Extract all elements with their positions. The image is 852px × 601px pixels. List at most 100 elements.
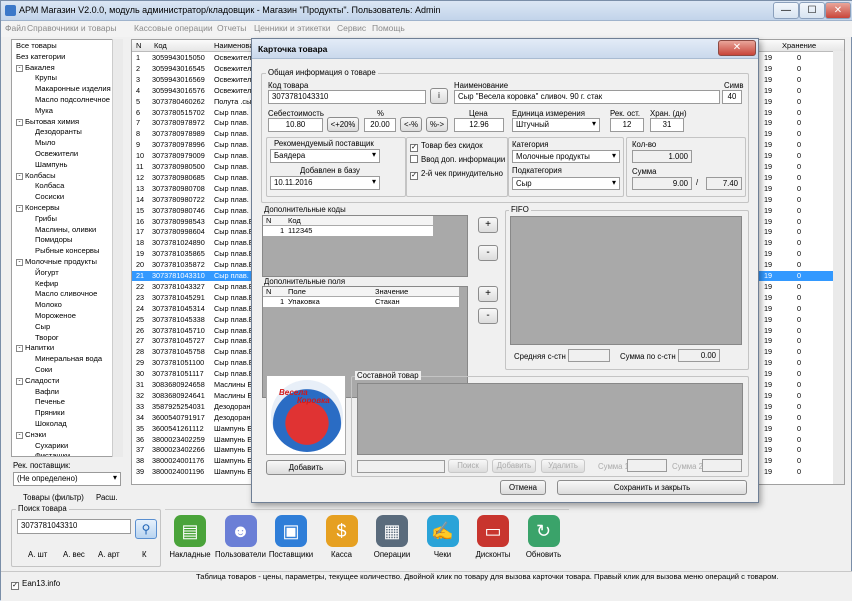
search-input[interactable]: 3073781043310 bbox=[17, 519, 131, 534]
composite-search-input[interactable] bbox=[357, 460, 445, 473]
additional-fields-row[interactable]: 1 Упаковка Стакан bbox=[263, 297, 459, 307]
tree-node[interactable]: Помидоры bbox=[35, 235, 72, 245]
minimize-button[interactable]: — bbox=[773, 2, 799, 19]
option-auto-art[interactable]: А. арт bbox=[98, 550, 120, 559]
collapse-icon[interactable]: - bbox=[16, 431, 23, 439]
tree-node[interactable]: Вафли bbox=[35, 387, 59, 397]
ean13-checkbox[interactable]: ✓ Ean13.info bbox=[11, 579, 60, 590]
tree-node[interactable]: Мороженое bbox=[35, 311, 76, 321]
tab-extended[interactable]: Расш. bbox=[96, 493, 118, 502]
tree-node[interactable]: Творог bbox=[35, 333, 59, 343]
menu-service[interactable]: Сервис bbox=[337, 23, 366, 33]
collapse-icon[interactable]: - bbox=[16, 345, 23, 353]
tree-node[interactable]: Сосиски bbox=[35, 192, 64, 202]
tree-node[interactable]: - Бакалея bbox=[16, 63, 55, 73]
fifo-table[interactable] bbox=[510, 216, 742, 345]
tree-node[interactable]: Без категории bbox=[16, 52, 65, 62]
subcategory-select[interactable]: Сыр bbox=[512, 177, 620, 190]
col-header-code[interactable]: Код bbox=[154, 41, 167, 50]
add-image-button[interactable]: Добавить bbox=[266, 460, 346, 475]
toolbar-button[interactable]: ✍ Чеки bbox=[414, 515, 472, 559]
collapse-icon[interactable]: - bbox=[16, 118, 23, 126]
tree-node[interactable]: Соки bbox=[35, 365, 52, 375]
storage-days-input[interactable]: 31 bbox=[650, 118, 684, 132]
additional-codes-table[interactable]: N Код 1 112345 bbox=[262, 215, 468, 277]
category-select[interactable]: Молочные продукты bbox=[512, 150, 620, 163]
tree-node[interactable]: Молоко bbox=[35, 300, 62, 310]
tree-node[interactable]: Масло сливочное bbox=[35, 289, 97, 299]
tree-node[interactable]: Грибы bbox=[35, 214, 57, 224]
tree-node[interactable]: Печенье bbox=[35, 397, 65, 407]
maximize-button[interactable]: ☐ bbox=[799, 2, 825, 19]
tree-node[interactable]: - Колбасы bbox=[16, 171, 56, 181]
percent-input[interactable]: 20.00 bbox=[364, 118, 396, 132]
no-discount-checkbox[interactable]: ✓ Товар без скидок bbox=[410, 141, 483, 152]
search-icon[interactable]: ⚲ bbox=[135, 519, 157, 539]
tree-node[interactable]: Йогурт bbox=[35, 268, 59, 278]
sym-input[interactable]: 40 bbox=[722, 90, 742, 104]
toolbar-button[interactable]: ▣ Поставщики bbox=[262, 515, 320, 559]
price-input[interactable]: 12.96 bbox=[454, 118, 504, 132]
composite-delete-button[interactable]: Удалить bbox=[541, 459, 585, 473]
tree-node[interactable]: Все товары bbox=[16, 41, 57, 51]
remove-code-button[interactable]: - bbox=[478, 245, 498, 261]
tree-node[interactable]: - Сладости bbox=[16, 376, 59, 386]
percent-right-button[interactable]: %-> bbox=[426, 117, 448, 132]
toolbar-button[interactable]: ☻ Пользователи bbox=[212, 515, 270, 559]
extra-info-checkbox[interactable]: Ввод доп. информации bbox=[410, 155, 505, 164]
dialog-close-button[interactable]: ✕ bbox=[718, 40, 756, 56]
collapse-icon[interactable]: - bbox=[16, 205, 23, 212]
tree-node[interactable]: - Снэки bbox=[16, 430, 46, 440]
info-button[interactable]: i bbox=[430, 88, 448, 104]
menu-directories[interactable]: Справочники и товары bbox=[27, 23, 116, 33]
unit-select[interactable]: Штучный bbox=[512, 118, 600, 132]
tree-scrollbar[interactable] bbox=[112, 39, 123, 457]
collapse-icon[interactable]: - bbox=[16, 64, 23, 72]
rest-input[interactable]: 12 bbox=[610, 118, 644, 132]
additional-codes-row[interactable]: 1 112345 bbox=[263, 226, 433, 236]
remove-field-button[interactable]: - bbox=[478, 308, 498, 324]
added-date-picker[interactable]: 10.11.2016 bbox=[270, 176, 380, 190]
supplier-filter-select[interactable]: (Не определено) bbox=[13, 472, 121, 486]
tree-node[interactable]: Макаронные изделия bbox=[35, 84, 111, 94]
col-header-n[interactable]: N bbox=[136, 41, 141, 50]
option-auto-pcs[interactable]: А. шт bbox=[28, 550, 47, 559]
option-k[interactable]: К bbox=[142, 550, 147, 559]
name-input[interactable]: Сыр "Весела коровка" сливоч. 90 г. стак bbox=[454, 90, 720, 104]
tree-node[interactable]: Крупы bbox=[35, 73, 57, 83]
tree-node[interactable]: Кефир bbox=[35, 279, 58, 289]
menu-help[interactable]: Помощь bbox=[372, 23, 405, 33]
composite-search-button[interactable]: Поиск bbox=[448, 459, 488, 473]
second-check-checkbox[interactable]: ✓ 2-й чек принудительно bbox=[410, 169, 503, 180]
menu-reports[interactable]: Отчеты bbox=[217, 23, 246, 33]
menu-cash-operations[interactable]: Кассовые операции bbox=[134, 23, 213, 33]
toolbar-button[interactable]: ▭ Дисконты bbox=[464, 515, 522, 559]
toolbar-button[interactable]: $ Касса bbox=[313, 515, 371, 559]
plus-20-button[interactable]: <+20% bbox=[327, 117, 359, 132]
tree-node[interactable]: Сыр bbox=[35, 322, 50, 332]
code-input[interactable]: 3073781043310 bbox=[268, 90, 426, 104]
tree-node[interactable]: Минеральная вода bbox=[35, 354, 102, 364]
tree-node[interactable]: - Консервы bbox=[16, 203, 60, 213]
close-button[interactable]: ✕ bbox=[825, 2, 851, 19]
composite-table[interactable] bbox=[357, 383, 743, 455]
tree-node[interactable]: Дезодоранты bbox=[35, 127, 82, 137]
tree-node[interactable]: - Напитки bbox=[16, 343, 54, 353]
tree-node[interactable]: Шоколад bbox=[35, 419, 67, 429]
composite-add-button[interactable]: Добавить bbox=[492, 459, 536, 473]
save-close-button[interactable]: Сохранить и закрыть bbox=[557, 480, 747, 495]
tree-node[interactable]: - Бытовая химия bbox=[16, 117, 79, 127]
menu-file[interactable]: Файл bbox=[5, 23, 26, 33]
toolbar-button[interactable]: ↻ Обновить bbox=[515, 515, 573, 559]
tree-node[interactable]: Мыло bbox=[35, 138, 56, 148]
toolbar-button[interactable]: ▦ Операции bbox=[363, 515, 421, 559]
tree-node[interactable]: - Молочные продукты bbox=[16, 257, 97, 267]
tree-node[interactable]: Сухарики bbox=[35, 441, 68, 451]
tree-node[interactable]: Мука bbox=[35, 106, 53, 116]
cost-input[interactable]: 10.80 bbox=[268, 118, 323, 132]
menu-labels[interactable]: Ценники и этикетки bbox=[254, 23, 331, 33]
tree-node[interactable]: Масло подсолнечное bbox=[35, 95, 110, 105]
collapse-icon[interactable]: - bbox=[16, 172, 23, 180]
collapse-icon[interactable]: - bbox=[16, 377, 23, 385]
rec-supplier-select[interactable]: Баядера bbox=[270, 149, 380, 163]
